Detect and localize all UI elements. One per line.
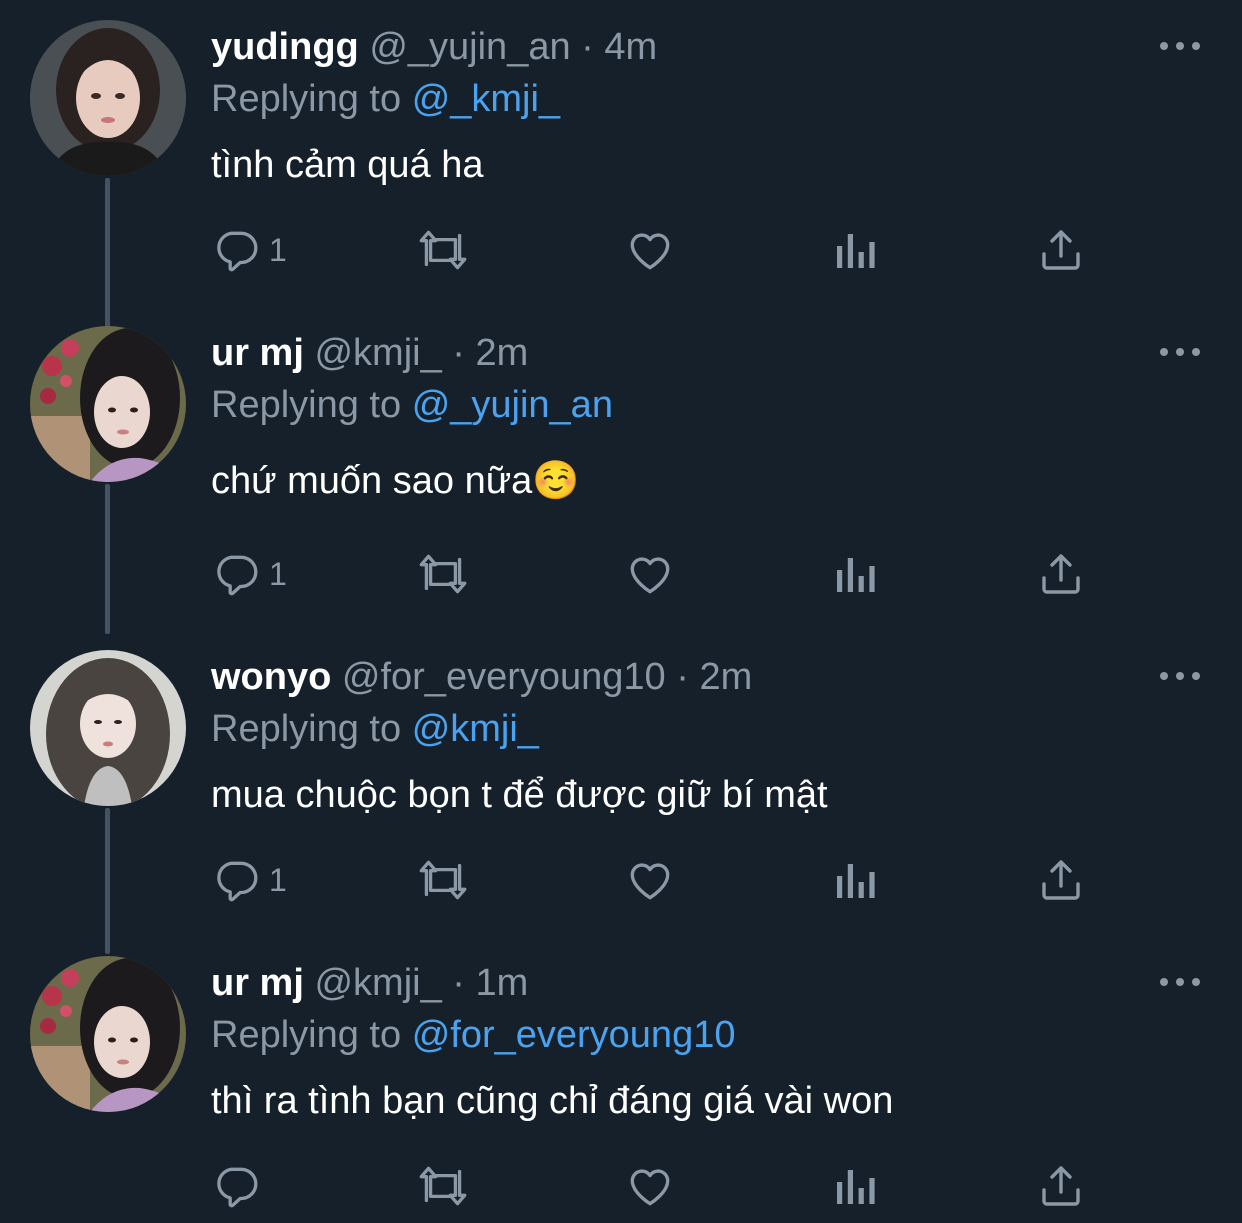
replying-label: Replying to [211,708,402,750]
replying-to-line: Replying to @_kmji_ [211,76,560,122]
handle[interactable]: @kmji_ [314,962,441,1004]
more-icon[interactable] [1158,972,1202,992]
thread-connector-line [105,808,110,954]
replying-to-line: Replying to @for_everyoung10 [211,1012,735,1058]
share-button[interactable] [1037,546,1085,602]
tweet[interactable]: yudingg @_yujin_an · 4m Replying to @_km… [0,0,1242,328]
tweet-header: wonyo @for_everyoung10 · 2m [211,654,752,700]
views-icon [833,1161,877,1211]
separator: · [452,332,465,374]
retweet-button[interactable] [414,546,472,602]
views-icon [833,225,877,275]
replying-mention[interactable]: @for_everyoung10 [412,1014,736,1056]
reply-button[interactable] [211,1158,269,1214]
like-icon [625,225,675,275]
like-button[interactable] [625,546,675,602]
like-button[interactable] [625,852,675,908]
replying-mention[interactable]: @_kmji_ [412,78,560,120]
reply-thread: yudingg @_yujin_an · 4m Replying to @_km… [0,0,1242,1223]
retweet-icon [414,1161,472,1211]
share-button[interactable] [1037,1158,1085,1214]
reply-icon [211,855,261,905]
views-button[interactable] [833,546,877,602]
tweet-text: tình cảm quá ha [211,144,484,186]
thread-connector-line [105,484,110,634]
retweet-button[interactable] [414,1158,472,1214]
share-icon [1037,1161,1085,1211]
share-button[interactable] [1037,222,1085,278]
like-icon [625,855,675,905]
handle[interactable]: @for_everyoung10 [342,656,666,698]
views-button[interactable] [833,222,877,278]
views-icon [833,855,877,905]
share-icon [1037,225,1085,275]
share-icon [1037,855,1085,905]
retweet-icon [414,549,472,599]
display-name[interactable]: wonyo [211,656,331,698]
replying-mention[interactable]: @kmji_ [412,708,539,750]
more-icon[interactable] [1158,666,1202,686]
retweet-button[interactable] [414,222,472,278]
tweet[interactable]: ur mj @kmji_ · 2m Replying to @_yujin_an… [0,306,1242,634]
more-icon[interactable] [1158,36,1202,56]
separator: · [676,656,689,698]
action-bar: 1 [211,852,1111,908]
replying-mention[interactable]: @_yujin_an [412,384,613,426]
separator: · [452,962,465,1004]
handle[interactable]: @kmji_ [314,332,441,374]
share-icon [1037,549,1085,599]
reply-count: 1 [269,555,287,592]
reply-button[interactable]: 1 [211,546,287,602]
reply-count: 1 [269,861,287,898]
action-bar: 1 [211,546,1111,602]
views-button[interactable] [833,1158,877,1214]
retweet-icon [414,225,472,275]
tweet-text: mua chuộc bọn t để được giữ bí mật [211,774,828,816]
avatar[interactable] [30,326,186,482]
retweet-icon [414,855,472,905]
tweet-text: thì ra tình bạn cũng chỉ đáng giá vài wo… [211,1080,894,1122]
action-bar: 1 [211,222,1111,278]
action-bar [211,1158,1111,1214]
tweet-header: yudingg @_yujin_an · 4m [211,24,657,70]
like-button[interactable] [625,1158,675,1214]
avatar[interactable] [30,650,186,806]
like-icon [625,1161,675,1211]
timestamp[interactable]: 2m [476,332,529,374]
timestamp[interactable]: 4m [604,26,657,68]
timestamp[interactable]: 1m [476,962,529,1004]
replying-to-line: Replying to @_yujin_an [211,382,613,428]
views-button[interactable] [833,852,877,908]
tweet-header: ur mj @kmji_ · 2m [211,330,528,376]
separator: · [581,26,594,68]
reply-icon [211,1161,261,1211]
reply-button[interactable]: 1 [211,852,287,908]
display-name[interactable]: ur mj [211,332,304,374]
replying-label: Replying to [211,384,402,426]
more-icon[interactable] [1158,342,1202,362]
like-button[interactable] [625,222,675,278]
tweet[interactable]: ur mj @kmji_ · 1m Replying to @for_every… [0,936,1242,1223]
avatar[interactable] [30,956,186,1112]
tweet-header: ur mj @kmji_ · 1m [211,960,528,1006]
replying-label: Replying to [211,78,402,120]
views-icon [833,549,877,599]
retweet-button[interactable] [414,852,472,908]
reply-icon [211,549,261,599]
timestamp[interactable]: 2m [699,656,752,698]
reply-icon [211,225,261,275]
tweet-text: chứ muốn sao nữa☺️ [211,460,580,502]
display-name[interactable]: yudingg [211,26,359,68]
reply-count: 1 [269,231,287,268]
replying-label: Replying to [211,1014,402,1056]
display-name[interactable]: ur mj [211,962,304,1004]
reply-button[interactable]: 1 [211,222,287,278]
share-button[interactable] [1037,852,1085,908]
tweet[interactable]: wonyo @for_everyoung10 · 2m Replying to … [0,630,1242,954]
avatar[interactable] [30,20,186,176]
handle[interactable]: @_yujin_an [369,26,570,68]
replying-to-line: Replying to @kmji_ [211,706,539,752]
like-icon [625,549,675,599]
